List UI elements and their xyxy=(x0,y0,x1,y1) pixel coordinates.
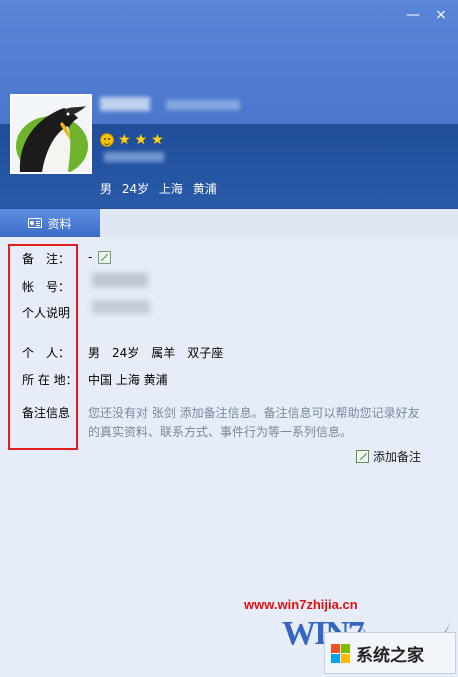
watermark-brand: 系统之家 xyxy=(356,645,424,666)
edit-remark-icon[interactable] xyxy=(98,251,112,264)
add-note-label: 添加备注 xyxy=(373,450,422,464)
star-level-icon: ★ xyxy=(134,132,148,148)
personal-label: 个 人： xyxy=(22,346,71,360)
remark-value: - xyxy=(88,250,112,264)
location-label: 所 在 地： xyxy=(22,373,78,387)
level-indicator: ★ ★ ★ xyxy=(100,131,164,149)
signature-label: 个人说明 xyxy=(22,306,71,320)
profile-summary: 男 24岁 上海 黄浦 xyxy=(100,182,217,196)
avatar[interactable] xyxy=(10,94,92,174)
close-button[interactable]: × xyxy=(432,6,450,24)
tab-profile[interactable]: 资料 xyxy=(0,209,100,243)
close-icon[interactable]: × xyxy=(435,7,447,23)
location-value: 中国 上海 黄浦 xyxy=(88,373,168,387)
watermark-logo: 系统之家 xyxy=(324,632,456,674)
blurred-account-value xyxy=(92,273,148,287)
account-label: 帐 号： xyxy=(22,280,71,294)
star-level-icon: ★ xyxy=(118,132,131,148)
minimize-icon[interactable]: — xyxy=(406,7,420,23)
note-label: 备注信息 xyxy=(22,406,71,420)
blurred-signature-value xyxy=(92,300,150,314)
tab-profile-label: 资料 xyxy=(47,216,72,231)
blurred-nickname-extra xyxy=(166,100,240,110)
minimize-button[interactable]: — xyxy=(404,6,422,24)
watermark-url: www.win7zhijia.cn xyxy=(244,597,358,612)
add-note-button[interactable]: 添加备注 xyxy=(356,448,421,465)
blurred-nickname xyxy=(100,97,150,111)
star-level-icon: ★ xyxy=(151,132,164,148)
penguin-avatar-icon xyxy=(12,96,90,172)
blurred-signature xyxy=(104,152,164,162)
remark-label: 备 注： xyxy=(22,252,71,266)
note-hint: 您还没有对 张剑 添加备注信息。备注信息可以帮助您记录好友的真实资料、联系方式、… xyxy=(88,406,420,439)
contact-card-icon xyxy=(28,218,43,228)
personal-value: 男 24岁 属羊 双子座 xyxy=(88,346,224,360)
tab-bar: 资料 xyxy=(0,209,458,243)
smiley-level-icon xyxy=(100,133,114,147)
windows-logo-icon xyxy=(331,643,350,663)
remark-value-text: - xyxy=(88,250,93,264)
add-note-icon xyxy=(356,450,369,463)
